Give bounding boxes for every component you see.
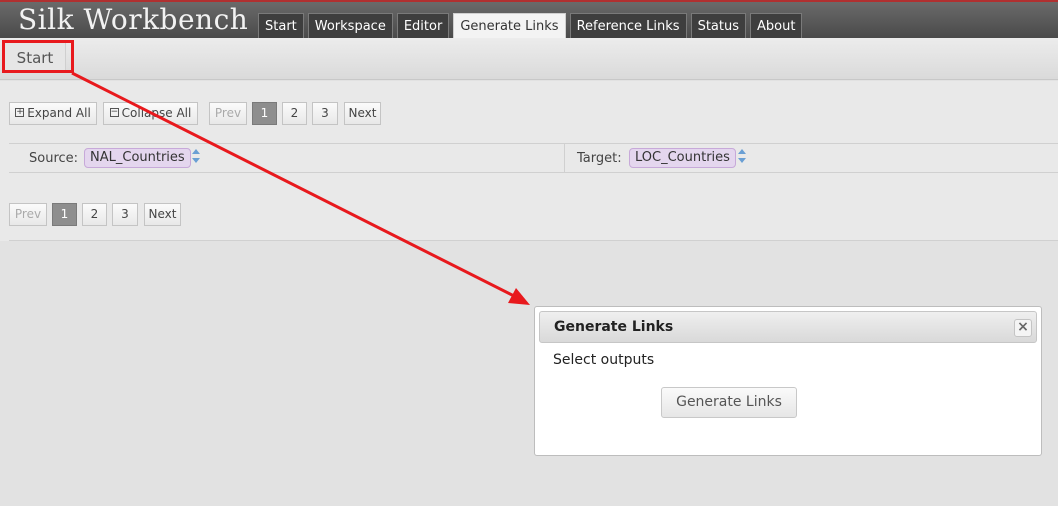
dialog-title: Generate Links xyxy=(554,319,674,335)
close-icon[interactable]: × xyxy=(1014,319,1032,337)
start-button[interactable]: Start xyxy=(4,42,66,72)
next-page-button[interactable]: Next xyxy=(344,102,381,125)
tab-editor[interactable]: Editor xyxy=(396,13,450,40)
sort-icon[interactable] xyxy=(738,149,746,163)
source-dataset-tag[interactable]: NAL_Countries xyxy=(84,148,191,168)
tab-workspace[interactable]: Workspace xyxy=(307,13,393,40)
source-label: Source: xyxy=(29,151,79,166)
tab-generate-links[interactable]: Generate Links xyxy=(453,13,566,40)
divider xyxy=(9,240,1058,241)
tab-start[interactable]: Start xyxy=(258,13,304,40)
page-3-button[interactable]: 3 xyxy=(312,102,338,125)
minus-box-icon: − xyxy=(109,107,119,117)
dialog-message: Select outputs xyxy=(553,352,655,368)
prev-page-button[interactable]: Prev xyxy=(209,102,247,125)
collapse-all-label: Collapse All xyxy=(121,106,192,120)
tab-about[interactable]: About xyxy=(750,13,803,40)
page-3-button-bottom[interactable]: 3 xyxy=(112,203,138,226)
target-dataset-tag[interactable]: LOC_Countries xyxy=(629,148,736,168)
expand-all-button[interactable]: + Expand All xyxy=(9,102,97,125)
collapse-all-button[interactable]: − Collapse All xyxy=(103,102,198,125)
source-target-header: Source: NAL_Countries Target: LOC_Countr… xyxy=(9,143,1058,173)
page-2-button-bottom[interactable]: 2 xyxy=(82,203,107,226)
tab-reference-links[interactable]: Reference Links xyxy=(569,13,687,40)
tab-status[interactable]: Status xyxy=(690,13,746,40)
prev-page-button-bottom[interactable]: Prev xyxy=(9,203,47,226)
page-1-button[interactable]: 1 xyxy=(252,102,277,125)
generate-links-dialog: Generate Links × Select outputs Generate… xyxy=(534,306,1042,456)
column-divider xyxy=(564,144,565,173)
expand-all-label: Expand All xyxy=(27,106,91,120)
dialog-titlebar[interactable]: Generate Links × xyxy=(539,311,1037,343)
next-page-button-bottom[interactable]: Next xyxy=(144,203,181,226)
app-header: Silk Workbench Start Workspace Editor Ge… xyxy=(0,0,1058,40)
links-panel: + Expand All − Collapse All Prev 1 2 3 Nex… xyxy=(0,81,1058,241)
generate-links-button[interactable]: Generate Links xyxy=(661,387,797,418)
page-2-button[interactable]: 2 xyxy=(282,102,307,125)
main-nav-tabs: Start Workspace Editor Generate Links Re… xyxy=(258,13,803,40)
sort-icon[interactable] xyxy=(192,149,200,163)
app-title: Silk Workbench xyxy=(18,3,249,36)
target-label: Target: xyxy=(577,151,622,166)
page-1-button-bottom[interactable]: 1 xyxy=(52,203,77,226)
sub-toolbar: Start xyxy=(0,38,1058,80)
plus-box-icon: + xyxy=(15,107,25,117)
